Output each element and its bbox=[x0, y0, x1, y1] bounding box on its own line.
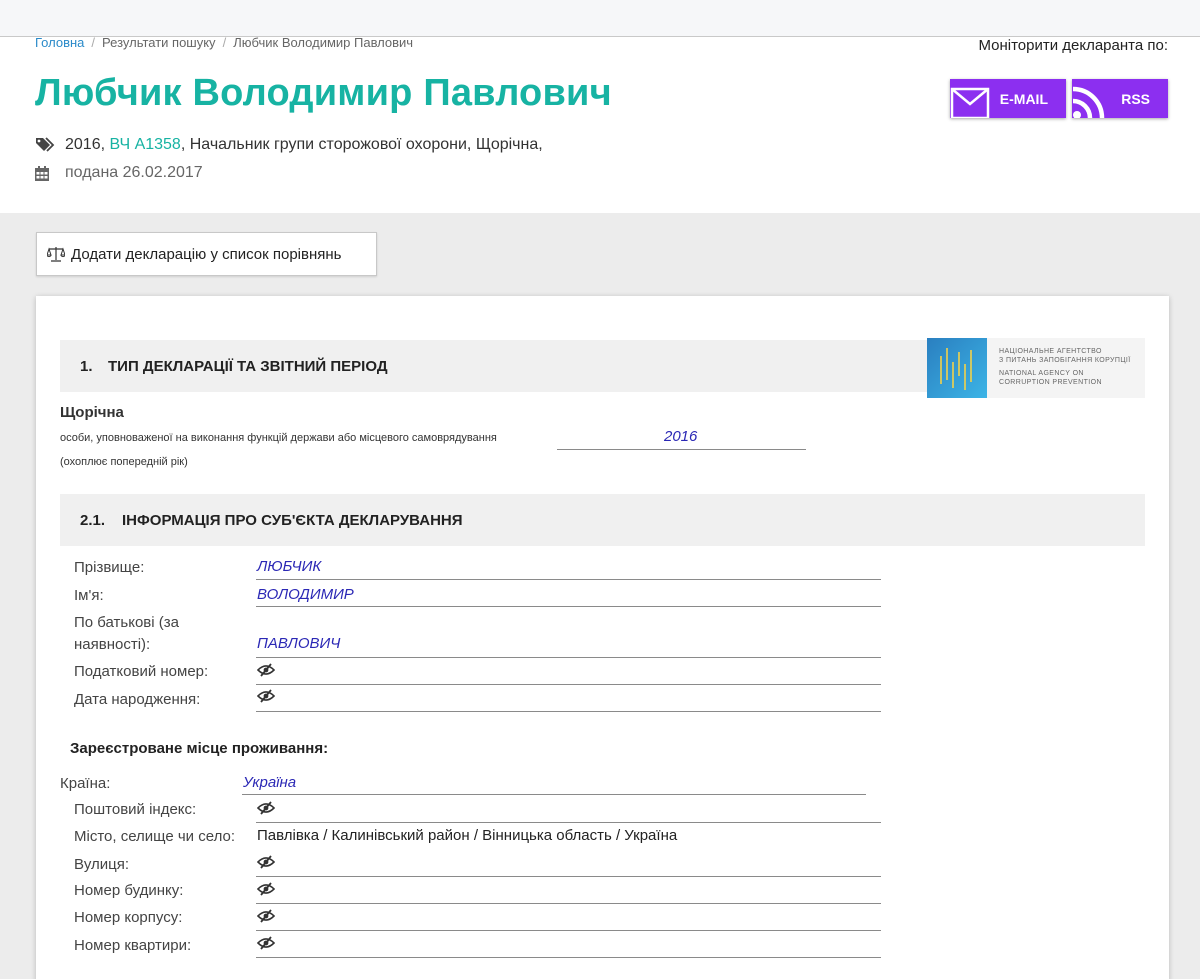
underline bbox=[557, 449, 806, 450]
eye-slash-icon bbox=[257, 909, 275, 923]
compare-button-label: Додати декларацію у список порівнянь bbox=[71, 245, 342, 263]
eye-slash-icon bbox=[257, 801, 275, 815]
declaration-period-note: (охоплює попередній рік) bbox=[60, 456, 188, 468]
section-number: 2.1. bbox=[80, 511, 106, 529]
underline bbox=[256, 711, 881, 712]
top-bar bbox=[0, 0, 1200, 37]
rss-button-label: RSS bbox=[1121, 91, 1150, 107]
underline bbox=[256, 930, 881, 931]
tax-number-label: Податковий номер: bbox=[74, 663, 209, 680]
breadcrumb-home[interactable]: Головна bbox=[35, 35, 84, 50]
underline bbox=[256, 822, 881, 823]
name-value: ВОЛОДИМИР bbox=[257, 586, 354, 603]
apartment-number-label: Номер квартири: bbox=[74, 937, 192, 954]
declaration-type-note: особи, уповноваженої на виконання функці… bbox=[60, 432, 497, 444]
postal-code-label: Поштовий індекс: bbox=[74, 801, 197, 818]
house-number-label: Номер будинку: bbox=[74, 882, 184, 899]
residence-heading: Зареєстроване місце проживання: bbox=[70, 740, 329, 757]
underline bbox=[256, 657, 881, 658]
underline bbox=[256, 876, 881, 877]
section-subject-info: 2.1. ІНФОРМАЦІЯ ПРО СУБ'ЄКТА ДЕКЛАРУВАНН… bbox=[60, 494, 1145, 546]
submission-date: подана 26.02.2017 bbox=[35, 164, 203, 182]
eye-slash-icon bbox=[257, 663, 275, 677]
rss-icon bbox=[1072, 86, 1105, 118]
nazk-logo-text-ua: НАЦІОНАЛЬНЕ АГЕНТСТВО З ПИТАНЬ ЗАПОБІГАН… bbox=[999, 348, 1131, 364]
section-title: ІНФОРМАЦІЯ ПРО СУБ'ЄКТА ДЕКЛАРУВАННЯ bbox=[122, 511, 463, 529]
underline bbox=[256, 579, 881, 580]
breadcrumb: Головна / Результати пошуку / Любчик Володим… bbox=[35, 35, 413, 50]
breadcrumb-separator: / bbox=[91, 35, 96, 50]
nazk-logo: НАЦІОНАЛЬНЕ АГЕНТСТВО З ПИТАНЬ ЗАПОБІГАН… bbox=[927, 338, 1145, 398]
country-value: Україна bbox=[243, 774, 297, 791]
eye-slash-icon bbox=[257, 689, 275, 703]
declaration-year-value: 2016 bbox=[664, 428, 698, 445]
page-header bbox=[0, 37, 1200, 213]
declaration-type: Щорічна bbox=[60, 404, 124, 421]
street-label: Вулиця: bbox=[74, 856, 130, 873]
name-label: Ім'я: bbox=[74, 587, 104, 604]
patronymic-label-line2: наявності): bbox=[74, 636, 151, 653]
breadcrumb-separator: / bbox=[222, 35, 227, 50]
section-number: 1. bbox=[80, 357, 93, 375]
eye-slash-icon bbox=[257, 855, 275, 869]
declaration-position: , Начальник групи сторожової охорони, Що… bbox=[180, 136, 543, 153]
eye-slash-icon bbox=[257, 936, 275, 950]
birth-date-label: Дата народження: bbox=[74, 691, 201, 708]
nazk-logo-mark bbox=[927, 338, 987, 398]
underline bbox=[256, 903, 881, 904]
section-title: ТИП ДЕКЛАРАЦІЇ ТА ЗВІТНИЙ ПЕРІОД bbox=[108, 357, 388, 375]
page-title: Любчик Володимир Павлович bbox=[35, 72, 612, 114]
city-label: Місто, селище чи село: bbox=[74, 828, 236, 845]
underline bbox=[242, 794, 866, 795]
underline bbox=[256, 684, 881, 685]
breadcrumb-search[interactable]: Результати пошуку bbox=[102, 35, 216, 50]
monitor-label: Моніторити декларанта по: bbox=[978, 37, 1168, 54]
email-subscribe-button[interactable]: E-MAIL bbox=[950, 79, 1066, 118]
rss-subscribe-button[interactable]: RSS bbox=[1072, 79, 1168, 118]
patronymic-value: ПАВЛОВИЧ bbox=[257, 635, 341, 652]
country-label: Країна: bbox=[60, 775, 111, 792]
envelope-icon bbox=[950, 87, 990, 118]
unit-link[interactable]: ВЧ А1358 bbox=[110, 136, 181, 154]
tags-icon bbox=[36, 137, 55, 152]
email-button-label: E-MAIL bbox=[999, 91, 1048, 107]
eye-slash-icon bbox=[257, 882, 275, 896]
city-value: Павлівка / Калинівський район / Вінницьк… bbox=[257, 827, 678, 844]
declaration-year: 2016, bbox=[65, 136, 106, 153]
surname-value: ЛЮБЧИК bbox=[257, 558, 322, 575]
surname-label: Прізвище: bbox=[74, 559, 145, 576]
underline bbox=[256, 606, 881, 607]
breadcrumb-current: Любчик Володимир Павлович bbox=[233, 35, 414, 50]
underline bbox=[256, 957, 881, 958]
declaration-meta: 2016, ВЧ А1358, Начальник групи сторожов… bbox=[35, 136, 543, 154]
submission-date-text: подана 26.02.2017 bbox=[65, 164, 203, 181]
scale-icon bbox=[47, 247, 65, 262]
add-to-compare-button[interactable]: Додати декларацію у список порівнянь bbox=[36, 232, 377, 276]
patronymic-label-line1: По батькові (за bbox=[74, 614, 179, 631]
building-number-label: Номер корпусу: bbox=[74, 909, 183, 926]
nazk-logo-text-en: NATIONAL AGENCY ON CORRUPTION PREVENTION bbox=[999, 370, 1102, 386]
calendar-icon bbox=[35, 165, 49, 181]
